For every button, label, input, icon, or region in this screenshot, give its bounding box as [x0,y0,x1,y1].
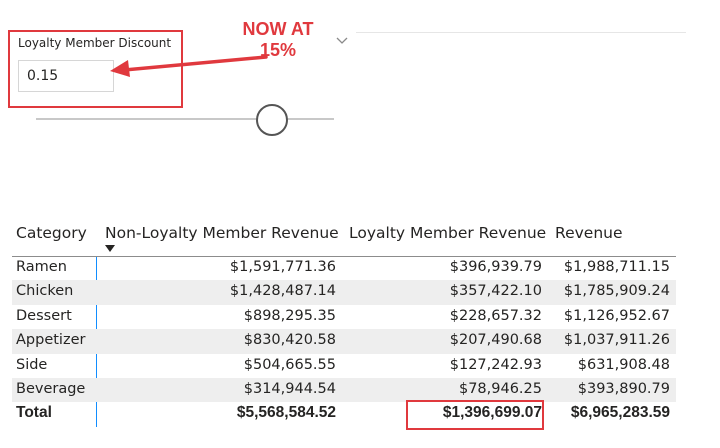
total-label: Total [16,404,52,422]
cell-category: Dessert [16,307,72,324]
table-header: Category Non-Loyalty Member Revenue Loya… [12,218,676,257]
annotation-arrow [110,55,268,77]
table-row: Beverage $314,944.54 $78,946.25 $393,890… [12,377,676,403]
cell-revenue: $393,890.79 [577,380,670,397]
sort-descending-icon[interactable] [105,245,115,252]
cell-loyalty: $127,242.93 [449,356,542,373]
cell-revenue: $631,908.48 [577,356,670,373]
table-row: Ramen $1,591,771.36 $396,939.79 $1,988,7… [12,256,676,280]
cell-revenue: $1,126,952.67 [563,307,670,324]
cell-loyalty: $78,946.25 [458,380,542,397]
column-header-non-loyalty[interactable]: Non-Loyalty Member Revenue [105,224,339,242]
column-header-loyalty[interactable]: Loyalty Member Revenue [349,224,546,242]
cell-non-loyalty: $898,295.35 [243,307,336,324]
cell-category: Side [16,356,48,373]
discount-value-input[interactable] [18,60,114,92]
cell-category: Ramen [16,259,67,275]
cell-non-loyalty: $314,944.54 [243,380,336,397]
table-row: Chicken $1,428,487.14 $357,422.10 $1,785… [12,280,676,305]
cell-category: Beverage [16,380,86,397]
total-non-loyalty: $5,568,584.52 [236,404,336,422]
cell-revenue: $1,037,911.26 [563,332,670,349]
revenue-table: Category Non-Loyalty Member Revenue Loya… [12,218,676,427]
table-row: Appetizer $830,420.58 $207,490.68 $1,037… [12,329,676,354]
slider-track[interactable] [36,118,334,120]
chevron-down-icon[interactable] [336,36,348,46]
cell-revenue: $1,785,909.24 [563,283,670,300]
slicer-title: Loyalty Member Discount [18,36,172,50]
cell-loyalty: $357,422.10 [449,283,542,300]
visual-top-border [356,32,686,33]
slider-handle[interactable] [256,104,288,136]
cell-category: Chicken [16,283,74,300]
total-revenue: $6,965,283.59 [570,404,670,422]
cell-loyalty: $396,939.79 [449,259,542,275]
annotation-line-1: NOW AT [242,19,314,39]
table-row: Side $504,665.55 $127,242.93 $631,908.48 [12,354,676,378]
column-header-revenue[interactable]: Revenue [555,224,623,242]
cell-loyalty: $228,657.32 [449,307,542,324]
column-header-category[interactable]: Category [16,224,87,242]
cell-revenue: $1,988,711.15 [563,259,670,275]
table-total-row: Total $5,568,584.52 $1,396,699.07 $6,965… [12,402,676,426]
cell-category: Appetizer [16,332,86,349]
cell-non-loyalty: $1,591,771.36 [229,259,336,275]
cell-loyalty: $207,490.68 [449,332,542,349]
table-row: Dessert $898,295.35 $228,657.32 $1,126,9… [12,305,676,329]
cell-non-loyalty: $1,428,487.14 [229,283,336,300]
total-loyalty-highlight-box [406,400,544,430]
cell-non-loyalty: $504,665.55 [243,356,336,373]
cell-non-loyalty: $830,420.58 [243,332,336,349]
